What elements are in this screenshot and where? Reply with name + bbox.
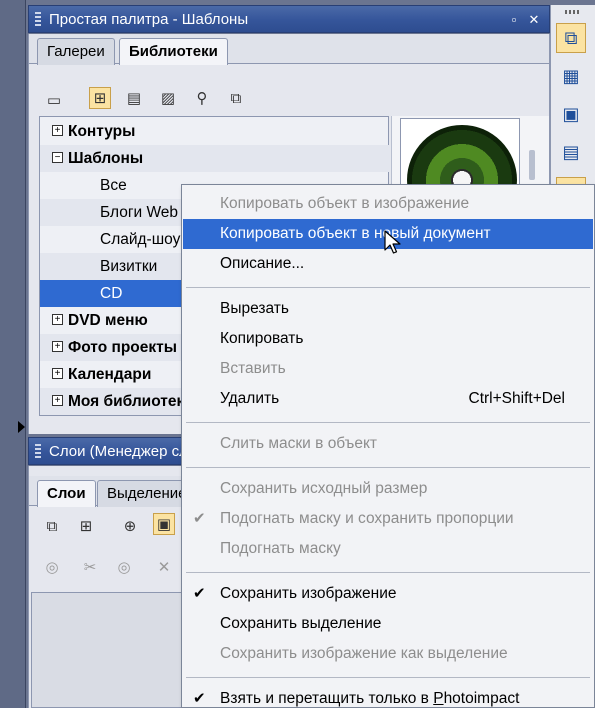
menu-separator: [186, 467, 590, 468]
menu-separator: [186, 677, 590, 678]
checkmark-icon: ✔: [193, 585, 206, 602]
details-view-icon[interactable]: ▤: [123, 87, 145, 109]
context-menu: Копировать объект в изображение Копирова…: [181, 184, 595, 708]
objects-panel-icon[interactable]: ▤: [556, 137, 586, 167]
mouse-cursor-icon: [384, 230, 401, 254]
menu-separator: [186, 287, 590, 288]
menu-item-cut[interactable]: Вырезать: [183, 294, 593, 324]
image-panel-icon[interactable]: ▣: [556, 99, 586, 129]
menu-separator: [186, 422, 590, 423]
menu-item-save-image-as-selection[interactable]: Сохранить изображение как выделение: [183, 639, 593, 669]
tree-view-icon[interactable]: ⊞: [89, 87, 111, 109]
mask-edit-icon[interactable]: ✂: [79, 556, 101, 578]
tab-libraries[interactable]: Библиотеки: [119, 38, 228, 65]
menu-item-keep-original-size[interactable]: Сохранить исходный размер: [183, 474, 593, 504]
zoom-icon[interactable]: ⊕: [119, 515, 141, 537]
delete-icon[interactable]: ✕: [153, 556, 175, 578]
collapse-icon[interactable]: −: [52, 152, 63, 164]
close-icon[interactable]: ✕: [527, 13, 541, 27]
tree-item-contours[interactable]: + Контуры: [40, 118, 390, 145]
tab-layers[interactable]: Слои: [37, 480, 96, 507]
search-icon[interactable]: ⚲: [191, 87, 213, 109]
grip-icon[interactable]: [35, 444, 41, 460]
palette-title: Простая палитра - Шаблоны: [49, 11, 249, 28]
palette-tab-row: Галереи Библиотеки: [29, 34, 549, 65]
mask-remove-icon[interactable]: ◎: [113, 556, 135, 578]
restore-icon[interactable]: ▫: [507, 13, 521, 27]
palette-title-bar[interactable]: Простая палитра - Шаблоны ▫ ✕: [28, 5, 550, 33]
menu-item-copy[interactable]: Копировать: [183, 324, 593, 354]
menu-item-paste[interactable]: Вставить: [183, 354, 593, 384]
left-dock-strip: [0, 0, 26, 708]
expand-icon[interactable]: +: [52, 314, 63, 326]
edit-thumbnail-icon[interactable]: ▨: [157, 87, 179, 109]
palette-toggle-icon[interactable]: ⧉: [556, 23, 586, 53]
expand-icon[interactable]: +: [52, 395, 63, 407]
delete-shortcut: Ctrl+Shift+Del: [468, 390, 565, 407]
expand-icon[interactable]: +: [52, 368, 63, 380]
menu-item-fit-mask-keep-proportions[interactable]: ✔ Подогнать маску и сохранить пропорции: [183, 504, 593, 534]
menu-item-delete[interactable]: Удалить Ctrl+Shift+Del: [183, 384, 593, 414]
library-icon[interactable]: ▭: [43, 89, 65, 111]
tree-item-templates[interactable]: − Шаблоны: [40, 145, 390, 172]
layer-merge-icon[interactable]: ⊞: [75, 515, 97, 537]
menu-item-drag-only-to-photoimpact[interactable]: ✔ Взять и перетащить только в Photoimpact: [183, 684, 593, 708]
layer-view-icon[interactable]: ▣: [153, 513, 175, 535]
right-toolbar: ⧉ ▦ ▣ ▤: [550, 5, 595, 195]
layers-panel-icon[interactable]: ▦: [556, 61, 586, 91]
mask-icon[interactable]: ◎: [41, 556, 63, 578]
menu-item-copy-to-image[interactable]: Копировать объект в изображение: [183, 189, 593, 219]
menu-item-save-selection[interactable]: Сохранить выделение: [183, 609, 593, 639]
menu-item-merge-masks[interactable]: Слить маски в объект: [183, 429, 593, 459]
palette-toolbar: ▭ ⊞ ▤ ▨ ⚲ ⧉: [29, 85, 549, 119]
menu-item-save-image[interactable]: ✔ Сохранить изображение: [183, 579, 593, 609]
grip-icon[interactable]: [565, 10, 581, 14]
expand-icon[interactable]: +: [52, 125, 63, 137]
collapse-arrow-icon[interactable]: [18, 421, 25, 433]
menu-item-fit-mask[interactable]: Подогнать маску: [183, 534, 593, 564]
expand-icon[interactable]: +: [52, 341, 63, 353]
checkmark-icon: ✔: [193, 690, 206, 707]
copy-icon[interactable]: ⧉: [225, 87, 247, 109]
checkmark-icon: ✔: [193, 510, 206, 527]
tab-galleries[interactable]: Галереи: [37, 38, 115, 65]
thumbnail-scrollbar[interactable]: [529, 150, 535, 180]
layer-copy-icon[interactable]: ⧉: [41, 515, 63, 537]
grip-icon[interactable]: [35, 12, 41, 28]
menu-separator: [186, 572, 590, 573]
